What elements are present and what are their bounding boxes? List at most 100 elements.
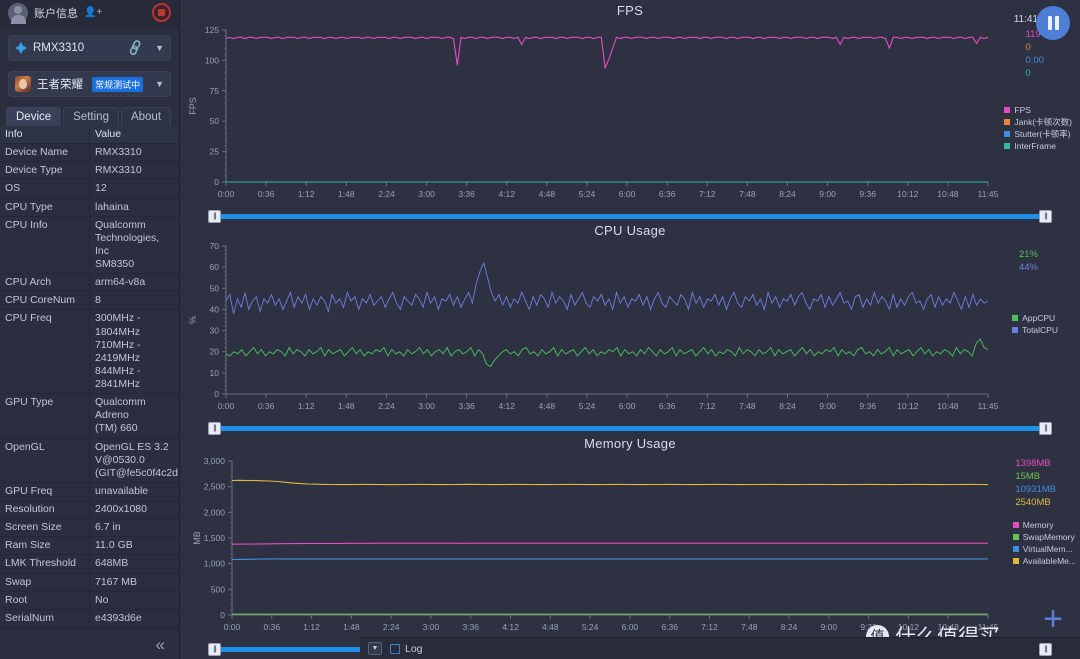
svg-text:4:48: 4:48 — [542, 622, 559, 632]
legend-item[interactable]: FPS — [1004, 104, 1072, 116]
legend-item[interactable]: Jank(卡顿次数) — [1004, 116, 1072, 128]
table-cell-value: RMX3310 — [95, 164, 142, 177]
tab-about[interactable]: About — [120, 107, 172, 126]
svg-text:30: 30 — [210, 326, 220, 336]
legend-label: Stutter(卡顿率) — [1014, 129, 1071, 139]
svg-text:4:48: 4:48 — [539, 189, 556, 199]
svg-text:125: 125 — [205, 25, 219, 35]
log-checkbox[interactable]: Log — [390, 643, 423, 655]
legend-item[interactable]: Memory — [1012, 519, 1076, 531]
sidebar-collapse-button[interactable]: « — [0, 629, 179, 659]
cpu-legend: AppCPU TotalCPU — [1012, 312, 1058, 336]
svg-text:4:48: 4:48 — [539, 401, 556, 411]
table-row: CPU Arch arm64-v8a — [0, 274, 179, 293]
svg-text:%: % — [188, 316, 198, 324]
pause-button[interactable] — [1036, 6, 1070, 40]
svg-text:0: 0 — [220, 610, 225, 620]
svg-text:3:00: 3:00 — [423, 622, 440, 632]
svg-text:1:48: 1:48 — [338, 401, 355, 411]
svg-text:7:48: 7:48 — [739, 401, 756, 411]
slider-track[interactable] — [210, 425, 1050, 431]
table-cell-key: CPU Freq — [0, 310, 90, 394]
legend-item[interactable]: InterFrame — [1004, 140, 1072, 152]
app-icon — [15, 76, 31, 92]
svg-text:25: 25 — [210, 147, 220, 157]
add-chart-button[interactable]: + — [1043, 602, 1063, 636]
svg-text:2:24: 2:24 — [378, 401, 395, 411]
table-cell-value: Qualcomm Technologies, Inc SM8350 — [95, 218, 160, 270]
user-add-icon[interactable]: 👤+ — [84, 7, 102, 18]
svg-text:9:00: 9:00 — [819, 401, 836, 411]
legend-item[interactable]: SwapMemory — [1012, 531, 1076, 543]
legend-item[interactable]: VirtualMem... — [1012, 543, 1076, 555]
svg-text:3:36: 3:36 — [458, 189, 475, 199]
table-row: GPU Type Qualcomm Adreno (TM) 660 — [0, 394, 179, 439]
sidebar: 账户信息 👤+ RMX3310 🔗 ▼ 王者荣耀 常规测试中 ▼ Device … — [0, 0, 180, 659]
account-label[interactable]: 账户信息 — [34, 5, 78, 21]
table-cell-value: No — [95, 593, 109, 606]
svg-text:5:24: 5:24 — [579, 189, 596, 199]
table-cell-key: OS — [0, 180, 90, 198]
link-icon[interactable]: 🔗 — [126, 39, 145, 57]
tab-setting[interactable]: Setting — [63, 107, 119, 126]
svg-text:0:36: 0:36 — [258, 401, 275, 411]
readout-availablememory: 2540MB — [1015, 497, 1051, 508]
slider-handle-left[interactable]: ||| — [208, 209, 221, 223]
table-header-value: Value — [95, 128, 122, 140]
svg-text:6:36: 6:36 — [659, 189, 676, 199]
svg-text:50: 50 — [210, 116, 220, 126]
sidebar-tabs: Device Setting About — [0, 97, 179, 126]
svg-text:10:48: 10:48 — [937, 401, 959, 411]
app-select[interactable]: 王者荣耀 常规测试中 ▼ — [8, 71, 171, 97]
table-cell-key: Device Name — [0, 144, 90, 162]
tab-device[interactable]: Device — [6, 107, 62, 126]
svg-text:3:00: 3:00 — [418, 401, 435, 411]
checkbox-icon[interactable] — [390, 643, 400, 654]
account-bar: 账户信息 👤+ — [0, 0, 179, 26]
record-stop-button[interactable] — [152, 3, 171, 22]
readout-interframe: 0 — [1025, 68, 1031, 79]
slider-handle-left[interactable]: ||| — [208, 642, 221, 656]
svg-text:0: 0 — [214, 177, 219, 187]
legend-item[interactable]: AvailableMe... — [1012, 555, 1076, 567]
slider-handle-right[interactable]: ||| — [1039, 209, 1052, 223]
svg-text:7:12: 7:12 — [699, 189, 716, 199]
app-select-value: 王者荣耀 — [37, 79, 83, 91]
svg-text:9:36: 9:36 — [859, 401, 876, 411]
memory-legend: Memory SwapMemory VirtualMem... AvailableMe… — [1012, 519, 1076, 567]
avatar[interactable] — [8, 2, 28, 24]
legend-label: VirtualMem... — [1022, 544, 1073, 554]
legend-item[interactable]: TotalCPU — [1012, 324, 1058, 336]
legend-label: AvailableMe... — [1022, 556, 1076, 566]
svg-text:1:48: 1:48 — [338, 189, 355, 199]
fps-title: FPS — [616, 3, 644, 18]
slider-handle-right[interactable]: ||| — [1039, 642, 1052, 656]
svg-text:1,500: 1,500 — [204, 533, 226, 543]
readout-appcpu: 21% — [1018, 249, 1038, 260]
table-cell-value: 11.0 GB — [95, 539, 133, 552]
table-cell-value: arm64-v8a — [95, 276, 146, 289]
svg-text:6:00: 6:00 — [622, 622, 639, 632]
device-select[interactable]: RMX3310 🔗 ▼ — [8, 35, 171, 61]
table-cell-key: OpenGL — [0, 438, 90, 482]
slider-handle-left[interactable]: ||| — [208, 421, 221, 435]
table-row: OpenGL OpenGL ES 3.2 V@0530.0 (GIT@fe5c0f… — [0, 438, 179, 483]
slider-handle-right[interactable]: ||| — [1039, 421, 1052, 435]
table-row: LMK Threshold 648MB — [0, 555, 179, 574]
chevron-down-icon[interactable]: ▼ — [155, 79, 164, 89]
legend-item[interactable]: AppCPU — [1012, 312, 1058, 324]
svg-text:0:36: 0:36 — [264, 622, 281, 632]
legend-item[interactable]: Stutter(卡顿率) — [1004, 128, 1072, 140]
svg-text:70: 70 — [210, 241, 220, 251]
svg-text:11:45: 11:45 — [978, 401, 999, 411]
readout-totalcpu: 44% — [1018, 262, 1038, 273]
legend-label: AppCPU — [1022, 313, 1056, 323]
cpu-title: CPU Usage — [594, 223, 666, 238]
slider-track[interactable] — [210, 213, 1050, 219]
pause-icon — [1054, 16, 1059, 30]
chevron-down-icon[interactable]: ▼ — [155, 43, 164, 53]
svg-text:8:24: 8:24 — [779, 401, 796, 411]
legend-swatch — [1012, 522, 1019, 528]
legend-label: Memory — [1022, 520, 1054, 530]
panel-toggle-icon[interactable]: ▼ — [368, 642, 382, 655]
